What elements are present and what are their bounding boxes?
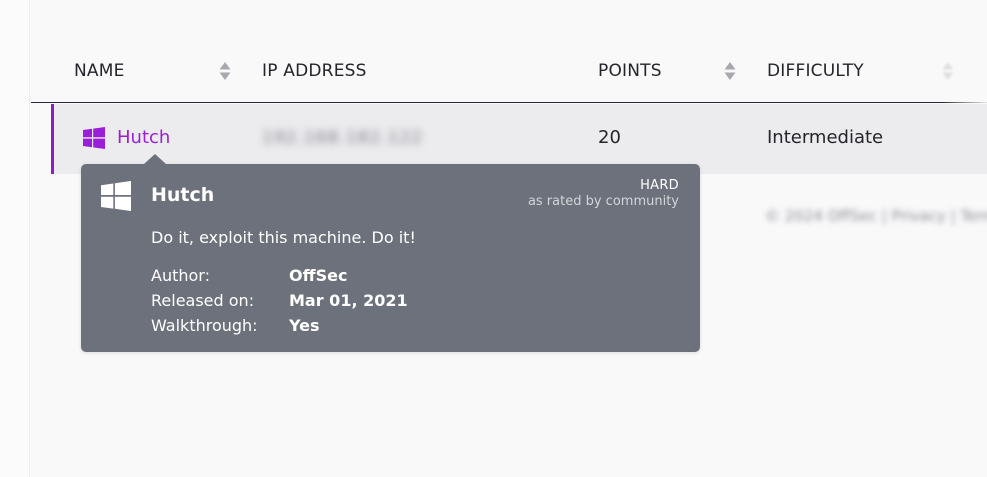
footer-text: © 2024 OffSec | Privacy | Terms (765, 207, 987, 225)
column-header-ip-address: IP ADDRESS (262, 61, 367, 81)
difficulty-source-text: as rated by community (527, 194, 679, 209)
difficulty-value: Intermediate (767, 127, 884, 148)
left-rail (0, 0, 30, 477)
released-on-label: Released on: (151, 291, 255, 310)
sort-arrows-icon[interactable] (219, 61, 231, 81)
machine-description: Do it, exploit this machine. Do it! (151, 228, 416, 247)
author-label: Author: (151, 266, 210, 285)
walkthrough-label: Walkthrough: (151, 316, 258, 335)
released-on-value: Mar 01, 2021 (289, 291, 408, 310)
popover-title: Hutch (151, 184, 215, 206)
ip-address-value: 192.168.182.122 (262, 128, 424, 148)
walkthrough-value: Yes (289, 316, 320, 335)
windows-icon (101, 181, 131, 211)
popover-arrow (144, 154, 166, 164)
windows-icon (83, 127, 105, 149)
table-header: NAME IP ADDRESS POINTS DIFFICULTY (31, 0, 987, 104)
machine-name-link[interactable]: Hutch (117, 125, 170, 151)
author-value: OffSec (289, 266, 348, 285)
points-value: 20 (598, 127, 621, 148)
community-difficulty-label: HARD (640, 178, 679, 193)
column-header-name[interactable]: NAME (74, 59, 125, 83)
column-header-points[interactable]: POINTS (598, 59, 662, 83)
header-fade-overlay (942, 40, 987, 104)
column-header-difficulty[interactable]: DIFFICULTY (767, 59, 864, 83)
sort-arrows-icon[interactable] (724, 61, 736, 81)
machine-info-popover: Hutch HARD as rated by community Do it, … (81, 154, 700, 352)
